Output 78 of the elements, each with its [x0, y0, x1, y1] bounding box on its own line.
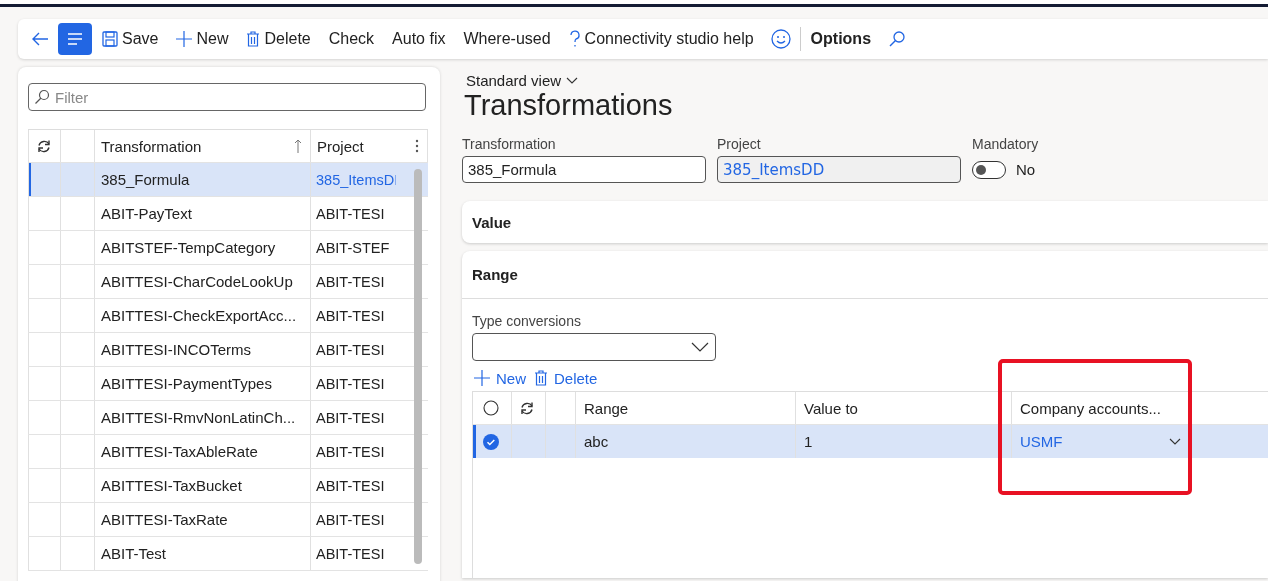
field-label: Project	[717, 136, 762, 153]
table-cell: ABITSTEF-TempCategory	[101, 239, 276, 256]
column-header-label[interactable]: Project	[317, 137, 364, 155]
table-cell: ABIT-TESI	[316, 443, 385, 460]
section-header[interactable]: Range	[462, 251, 1268, 298]
table-cell: ABITTESI-TaxAbleRate	[101, 443, 258, 460]
field-label: Mandatory	[972, 136, 1040, 153]
table-cell: ABIT-TESI	[316, 511, 385, 528]
table-cell: ABITTESI-CheckExportAcc...	[101, 307, 297, 324]
table-row[interactable]: abc 1 USMF	[473, 425, 1268, 458]
input-field[interactable]: 385_ItemsDD	[717, 156, 961, 183]
table-cell: ABITTESI-PaymentTypes	[101, 375, 272, 392]
refresh-icon	[37, 139, 51, 153]
link[interactable]: 385_ItemsDI	[316, 171, 396, 188]
filter-field[interactable]: Filter	[28, 83, 426, 111]
table-cell: 385_Formula	[101, 171, 190, 188]
table-cell: ABIT-TESI	[316, 545, 385, 562]
sort-up-arrow-icon	[294, 139, 302, 153]
view-selector[interactable]: Standard view	[462, 72, 1268, 89]
link[interactable]: 385_ItemsDD	[723, 160, 825, 179]
column-header[interactable]: Range	[584, 399, 629, 417]
table-cell: ABIT-Test	[101, 545, 167, 562]
chevron-down-icon	[566, 76, 579, 85]
list-row[interactable]: 385_Formula 385_ItemsDI	[28, 163, 428, 197]
toolbar-button[interactable]: Check	[320, 23, 383, 55]
field-label: Type conversions	[472, 313, 582, 330]
section-header[interactable]: Value	[462, 201, 1268, 244]
plus-icon	[176, 31, 193, 47]
menu-button[interactable]	[58, 23, 92, 55]
table-cell: ABITTESI-CharCodeLookUp	[101, 273, 293, 290]
table-cell: ABIT-TESI	[316, 205, 385, 222]
toolbar-button[interactable]: Where-used	[455, 23, 559, 55]
column-header[interactable]: Value to	[804, 399, 858, 417]
delete-button[interactable]: Delete	[238, 23, 319, 55]
input-field[interactable]: 385_Formula	[462, 156, 706, 183]
scrollbar[interactable]	[414, 169, 422, 564]
new-button[interactable]: New	[472, 365, 528, 391]
radio-circle-icon	[483, 400, 499, 416]
table-cell: ABIT-TESI	[316, 375, 385, 392]
table-cell: ABIT-TESI	[316, 409, 385, 426]
table-cell: ABIT-TESI	[316, 307, 385, 324]
table-cell: ABITTESI-TaxBucket	[101, 477, 242, 494]
plus-icon	[474, 370, 490, 386]
save-button[interactable]: Save	[94, 23, 167, 55]
dropdown-value[interactable]: USMF	[1020, 433, 1063, 450]
toolbar-button[interactable]: Auto fix	[384, 23, 454, 55]
refresh-icon	[520, 401, 534, 415]
table-cell: ABITTESI-INCOTerms	[101, 341, 251, 358]
table-cell: ABIT-STEF	[316, 239, 390, 256]
table-cell: 1	[804, 433, 813, 450]
more-options-icon	[415, 139, 419, 153]
table-cell: ABIT-TESI	[316, 477, 385, 494]
table-cell: ABITTESI-TaxRate	[101, 511, 228, 528]
help-button[interactable]: Connectivity studio help	[560, 23, 762, 55]
dropdown-field[interactable]	[472, 333, 716, 361]
search-icon	[888, 30, 907, 48]
table-cell: ABIT-TESI	[316, 341, 385, 358]
chevron-down-icon	[691, 342, 709, 352]
chevron-down-icon	[1169, 437, 1181, 446]
menu-icon	[67, 33, 83, 45]
field-label: Transformation	[462, 136, 557, 153]
table-cell: ABIT-PayText	[101, 205, 192, 222]
column-header[interactable]: Company accounts...	[1020, 399, 1161, 417]
smiley-icon	[770, 29, 791, 49]
toggle-switch[interactable]	[972, 160, 1006, 179]
column-header-label[interactable]: Transformation	[101, 137, 202, 155]
back-arrow-icon	[31, 31, 49, 47]
table-cell: abc	[584, 433, 609, 450]
new-button[interactable]: New	[168, 23, 237, 55]
delete-button[interactable]: Delete	[532, 365, 600, 391]
page-title: Transformations	[463, 89, 674, 122]
table-cell: ABIT-TESI	[316, 273, 385, 290]
table-cell: ABITTESI-RmvNonLatinCh...	[101, 409, 296, 426]
options-button[interactable]: Options	[802, 23, 880, 55]
toggle-value: No	[1016, 161, 1036, 178]
trash-can-icon	[246, 31, 261, 47]
trash-can-icon	[534, 370, 548, 386]
question-mark-icon	[568, 29, 581, 49]
